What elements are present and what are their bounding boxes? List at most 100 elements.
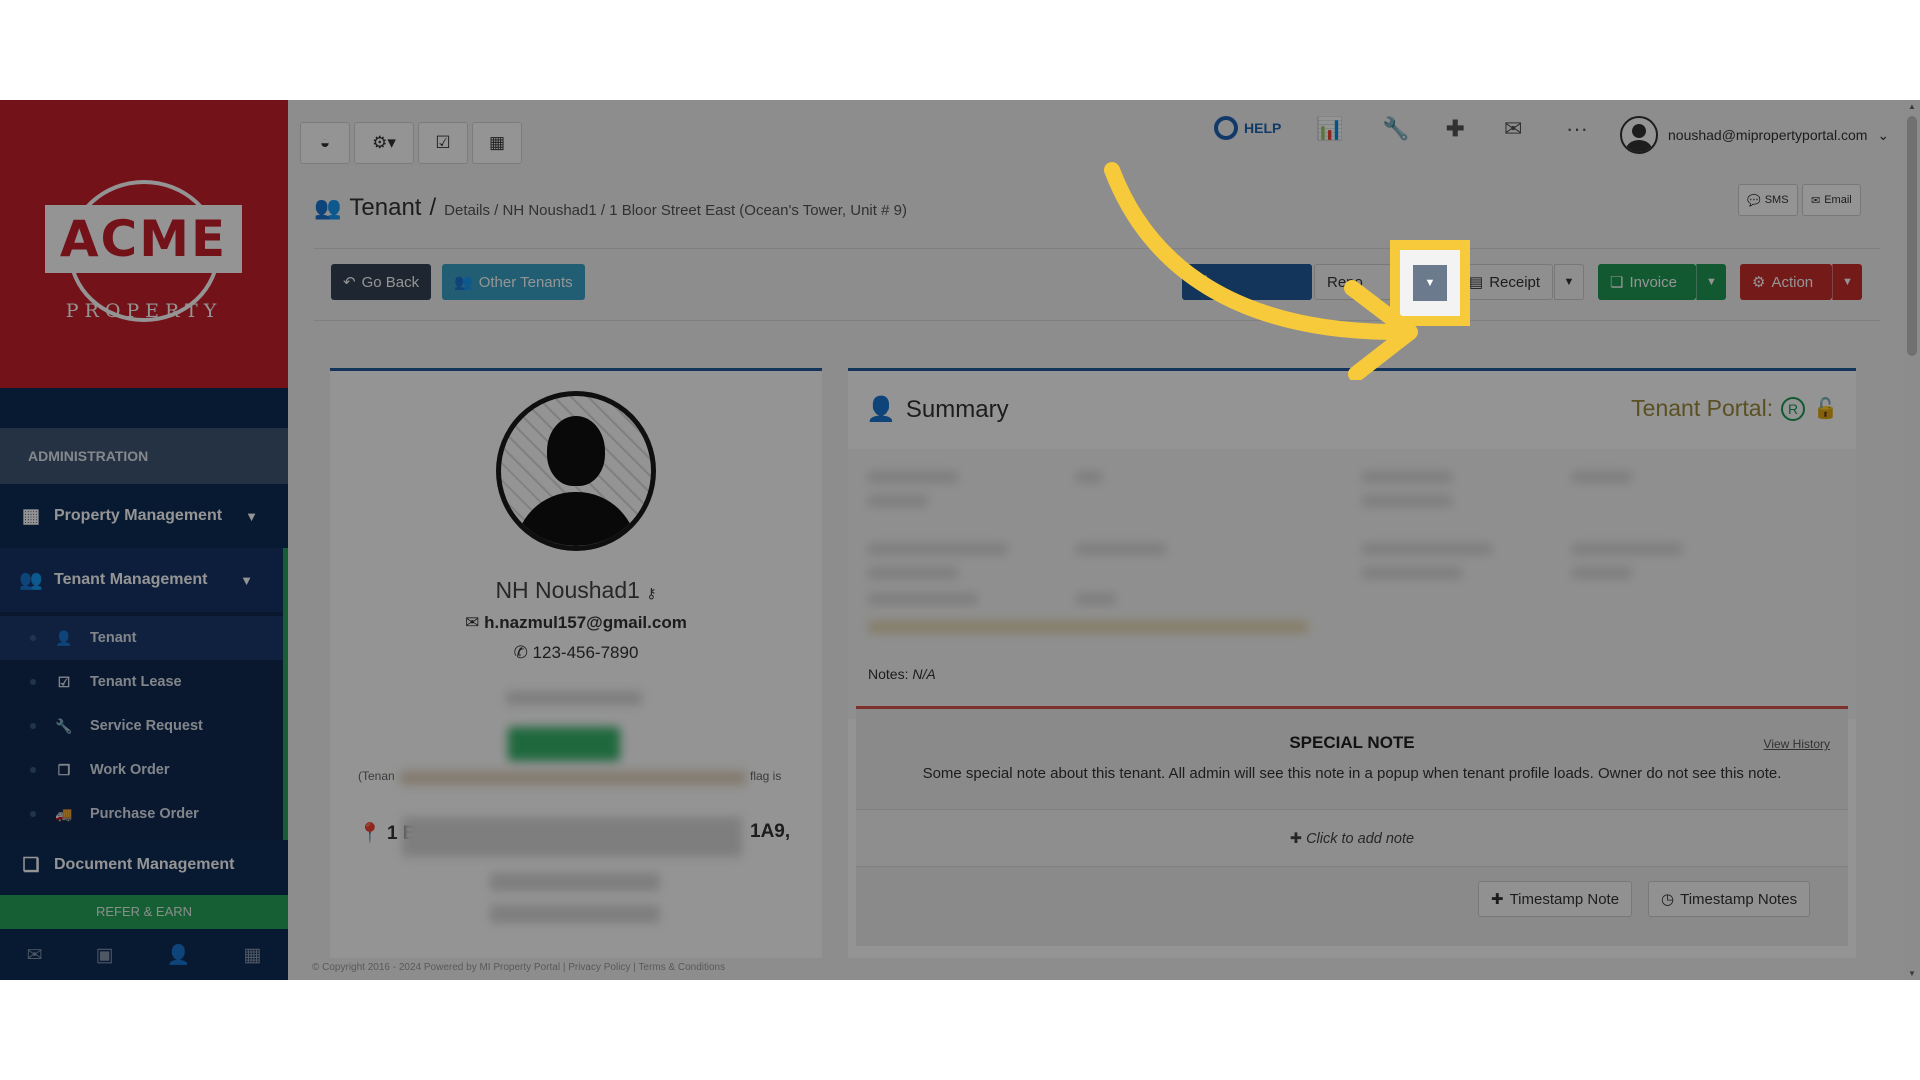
go-back-button[interactable]: ↶ Go Back bbox=[331, 264, 431, 300]
chevron-down-icon: ▼ bbox=[245, 509, 258, 524]
dashboard-icon: ◒ bbox=[320, 133, 330, 153]
page-footer: © Copyright 2016 - 2024 Powered by MI Pr… bbox=[312, 962, 725, 973]
blurred-text bbox=[490, 873, 660, 891]
map-marker-icon: 📍 bbox=[358, 823, 382, 844]
sidebar: ACME PROPERTY ADMINISTRATION ▦ Property … bbox=[0, 100, 288, 980]
caret-down-icon: ▼ bbox=[1706, 276, 1717, 288]
other-tenants-button[interactable]: 👥 Other Tenants bbox=[442, 264, 585, 300]
bullet-icon bbox=[30, 679, 36, 685]
gear-icon: ⚙▾ bbox=[372, 133, 396, 153]
logo-subtitle: PROPERTY bbox=[0, 300, 288, 322]
wrench-icon[interactable]: 🔧 bbox=[1382, 116, 1409, 142]
sidebar-subitem-service-request[interactable]: 🔧 Service Request bbox=[0, 704, 283, 748]
sidebar-item-tenant-management[interactable]: 👥 Tenant Management ▼ bbox=[0, 548, 288, 612]
page-title: Tenant bbox=[349, 194, 421, 222]
blurred-text bbox=[868, 471, 958, 483]
tenant-address-end: 1A9, bbox=[750, 821, 790, 843]
blurred-text bbox=[868, 543, 1008, 555]
blurred-flag-note bbox=[400, 771, 746, 785]
tenant-phone-text: 123-456-7890 bbox=[533, 643, 639, 662]
sidebar-subitem-work-order[interactable]: ❐ Work Order bbox=[0, 748, 283, 792]
bullet-icon bbox=[30, 811, 36, 817]
logo[interactable]: ACME PROPERTY bbox=[0, 100, 288, 388]
sidebar-section-header: ADMINISTRATION bbox=[0, 428, 288, 484]
blurred-text bbox=[1362, 471, 1452, 483]
timestamp-notes-label: Timestamp Notes bbox=[1680, 891, 1797, 908]
sidebar-item-label: Document Management bbox=[54, 856, 234, 874]
notes-line: Notes: N/A bbox=[868, 666, 936, 682]
calculator-button[interactable]: ▦ bbox=[472, 122, 522, 164]
plus-icon[interactable]: ✚ bbox=[1446, 116, 1464, 142]
tenant-portal-status: Tenant Portal: R 🔓 bbox=[1631, 395, 1838, 422]
envelope-icon[interactable]: ✉ bbox=[1504, 116, 1522, 142]
invoice-button[interactable]: ❏ Invoice bbox=[1598, 264, 1696, 300]
user-icon: 👤 bbox=[866, 395, 896, 424]
scrollbar-thumb[interactable] bbox=[1907, 116, 1917, 356]
tenant-portal-label: Tenant Portal: bbox=[1631, 395, 1773, 422]
bullet-icon bbox=[30, 723, 36, 729]
blurred-text bbox=[506, 691, 642, 705]
sidebar-footer: ✉ ▣ 👤 ▦ bbox=[0, 935, 288, 975]
blurred-text bbox=[1076, 471, 1102, 483]
add-note-area[interactable]: ✚ Click to add note bbox=[856, 809, 1848, 867]
blurred-text bbox=[1076, 543, 1166, 555]
help-button[interactable]: HELP bbox=[1214, 116, 1281, 140]
summary-card: 👤 Summary Tenant Portal: R 🔓 bbox=[848, 368, 1856, 958]
unlock-icon[interactable]: 🔓 bbox=[1813, 396, 1838, 421]
receipt-dropdown-toggle[interactable]: ▼ bbox=[1554, 264, 1584, 300]
logo-text: ACME bbox=[60, 210, 227, 268]
user-icon[interactable]: 👤 bbox=[167, 943, 191, 967]
action-button[interactable]: ⚙ Action bbox=[1740, 264, 1832, 300]
caret-down-icon: ▼ bbox=[1564, 276, 1575, 288]
sidebar-subitem-label: Service Request bbox=[90, 718, 203, 734]
dashboard-button[interactable]: ◒ bbox=[300, 122, 350, 164]
view-history-link[interactable]: View History bbox=[1764, 737, 1830, 751]
key-icon[interactable]: ⚷ bbox=[646, 585, 656, 601]
sidebar-subitem-tenant-lease[interactable]: ☑ Tenant Lease bbox=[0, 660, 283, 704]
sidebar-subitem-tenant[interactable]: 👤 Tenant bbox=[0, 616, 283, 660]
calendar-check-icon: ☑ bbox=[435, 133, 450, 153]
calculator-icon[interactable]: ▦ bbox=[243, 944, 261, 967]
sidebar-item-label: Tenant Management bbox=[54, 571, 208, 589]
chevron-down-icon: ▼ bbox=[240, 573, 253, 588]
avatar bbox=[1620, 116, 1658, 154]
sidebar-item-property-management[interactable]: ▦ Property Management ▼ bbox=[0, 484, 288, 548]
sidebar-subitem-purchase-order[interactable]: 🚚 Purchase Order bbox=[0, 792, 283, 836]
user-icon: 👤 bbox=[54, 630, 74, 647]
page-scrollbar[interactable]: ▲ ▼ bbox=[1904, 100, 1920, 980]
add-note-label: Click to add note bbox=[1306, 831, 1414, 847]
bar-chart-icon[interactable]: 📊 bbox=[1316, 116, 1343, 142]
truck-icon: 🚚 bbox=[54, 806, 74, 823]
breadcrumb-separator: / bbox=[429, 194, 436, 222]
briefcase-icon[interactable]: ▣ bbox=[96, 944, 114, 967]
email-button[interactable]: ✉ Email bbox=[1802, 184, 1861, 216]
timestamp-note-button[interactable]: ✚ Timestamp Note bbox=[1478, 881, 1632, 917]
blurred-text bbox=[490, 905, 660, 923]
ellipsis-icon[interactable]: ··· bbox=[1566, 116, 1588, 142]
timestamp-notes-button[interactable]: ◷ Timestamp Notes bbox=[1648, 881, 1810, 917]
sidebar-subitem-label: Tenant Lease bbox=[90, 674, 182, 690]
settings-dropdown-button[interactable]: ⚙▾ bbox=[354, 122, 414, 164]
scroll-down-icon[interactable]: ▼ bbox=[1904, 969, 1920, 978]
breadcrumb-path[interactable]: Details / NH Noushad1 / 1 Bloor Street E… bbox=[444, 202, 907, 219]
calendar-button[interactable]: ☑ bbox=[418, 122, 468, 164]
bullet-icon bbox=[30, 635, 36, 641]
envelope-icon[interactable]: ✉ bbox=[27, 944, 43, 967]
tenant-phone[interactable]: ✆ 123-456-7890 bbox=[330, 643, 822, 663]
user-menu[interactable]: noushad@mipropertyportal.com ⌄ bbox=[1620, 116, 1889, 154]
tenant-management-submenu: 👤 Tenant ☑ Tenant Lease 🔧 Service Reques… bbox=[0, 612, 288, 840]
scroll-up-icon[interactable]: ▲ bbox=[1904, 102, 1920, 111]
refer-and-earn-button[interactable]: REFER & EARN bbox=[0, 895, 288, 929]
comment-icon: 💬 bbox=[1747, 194, 1761, 207]
blurred-text bbox=[1362, 567, 1462, 579]
sidebar-subitem-label: Work Order bbox=[90, 762, 170, 778]
sms-button[interactable]: 💬 SMS bbox=[1738, 184, 1798, 216]
sidebar-item-document-management[interactable]: ❏ Document Management bbox=[0, 840, 288, 890]
tenant-email[interactable]: ✉ h.nazmul157@gmail.com bbox=[330, 613, 822, 633]
invoice-dropdown-toggle[interactable]: ▼ bbox=[1696, 264, 1726, 300]
action-dropdown-toggle[interactable]: ▼ bbox=[1832, 264, 1862, 300]
bullet-icon bbox=[30, 767, 36, 773]
receipt-button[interactable]: ▤ Receipt bbox=[1456, 264, 1553, 300]
plus-icon: ✚ bbox=[1491, 890, 1504, 908]
avatar[interactable] bbox=[496, 391, 656, 551]
